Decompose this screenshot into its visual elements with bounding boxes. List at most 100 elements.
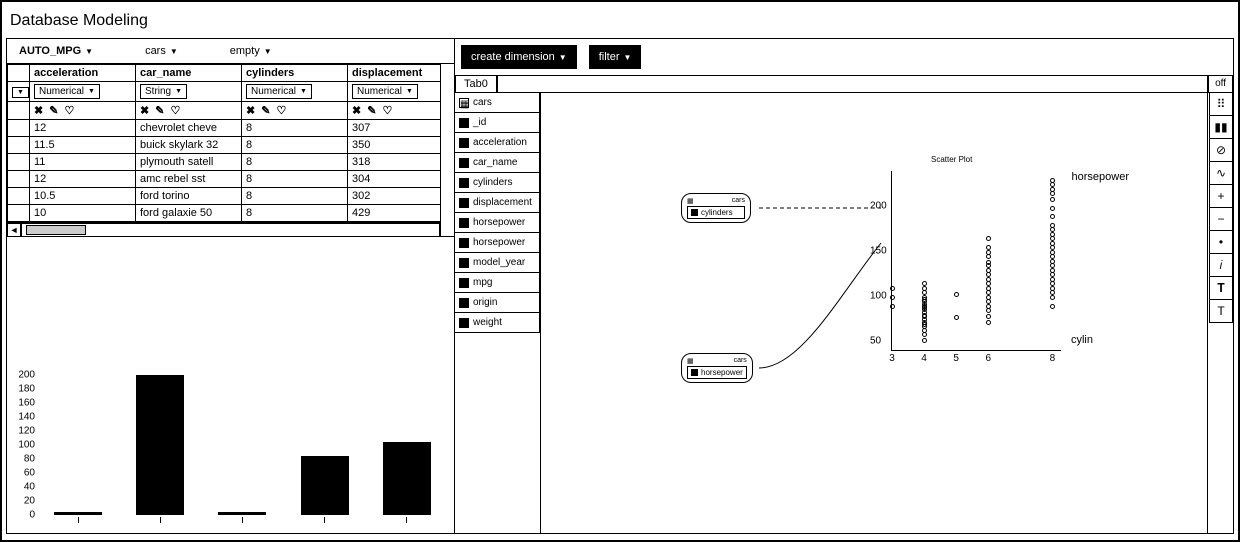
table-row[interactable]: 12amc rebel sst8304 <box>8 171 454 188</box>
field-item[interactable]: car_name <box>454 152 540 173</box>
table-dropdown[interactable]: cars ▼ <box>139 43 184 59</box>
tab-0[interactable]: Tab0 <box>455 75 497 92</box>
filter-button[interactable]: filter ▼ <box>589 45 642 69</box>
extra-dropdown-label: empty <box>230 45 260 57</box>
table-row[interactable]: 12chevrolet cheve8307 <box>8 120 454 137</box>
field-swatch-icon <box>459 138 469 148</box>
tool-minus[interactable]: − <box>1209 207 1233 231</box>
data-table-wrap: acceleration car_name cylinders displace… <box>7 64 454 237</box>
tool-bold-T[interactable]: 𝐓 <box>1209 276 1233 300</box>
scatter-point <box>986 290 991 295</box>
scatter-point <box>986 254 991 259</box>
col-displacement[interactable]: displacement <box>348 65 454 82</box>
bar-ytick: 80 <box>24 454 35 465</box>
table-vscroll[interactable] <box>440 64 454 236</box>
field-swatch-icon <box>459 298 469 308</box>
edit-icon[interactable]: ✎ <box>49 105 58 117</box>
tool-line[interactable]: ∿ <box>1209 161 1233 185</box>
table-row[interactable]: 11plymouth satell8318 <box>8 154 454 171</box>
edit-icon[interactable]: ✎ <box>261 105 270 117</box>
field-swatch-icon <box>459 238 469 248</box>
tool-plus[interactable]: + <box>1209 184 1233 208</box>
heart-icon[interactable]: ♡ <box>276 105 286 117</box>
bar-ytick: 60 <box>24 468 35 479</box>
cell-acceleration: 10 <box>30 205 136 222</box>
delete-icon[interactable]: ✖ <box>246 105 255 117</box>
bar <box>136 375 184 515</box>
tool-italic[interactable]: 𝑖 <box>1209 253 1233 277</box>
field-item[interactable]: horsepower <box>454 232 540 253</box>
field-item[interactable]: acceleration <box>454 132 540 153</box>
type-select-acceleration[interactable]: Numerical▼ <box>34 84 100 99</box>
field-item[interactable]: mpg <box>454 272 540 293</box>
delete-icon[interactable]: ✖ <box>34 105 43 117</box>
graph-canvas[interactable]: ▦cars cylinders ▦cars horsepower Scatt <box>541 93 1207 533</box>
field-item[interactable]: cylinders <box>454 172 540 193</box>
scatter-point <box>986 277 991 282</box>
edit-icon[interactable]: ✎ <box>155 105 164 117</box>
cell-cylinders: 8 <box>242 120 348 137</box>
scatter-xtick: 6 <box>985 353 991 364</box>
field-header[interactable]: ▦cars <box>454 92 540 113</box>
col-car-name[interactable]: car_name <box>136 65 242 82</box>
tool-bars[interactable]: ▮▮ <box>1209 115 1233 139</box>
chevron-down-icon: ▼ <box>170 47 178 56</box>
scroll-thumb[interactable] <box>26 225 86 235</box>
field-item[interactable]: model_year <box>454 252 540 273</box>
scatter-point <box>1050 232 1055 237</box>
cell-displacement: 350 <box>348 137 454 154</box>
off-toggle[interactable]: off <box>1208 75 1233 92</box>
scatter-point <box>1050 191 1055 196</box>
scroll-left-arrow-icon[interactable]: ◄ <box>7 223 21 237</box>
delete-icon[interactable]: ✖ <box>140 105 149 117</box>
heart-icon[interactable]: ♡ <box>382 105 392 117</box>
graph-node-horsepower[interactable]: ▦cars horsepower <box>681 353 753 383</box>
cell-acceleration: 12 <box>30 120 136 137</box>
create-dimension-button[interactable]: create dimension ▼ <box>461 45 577 69</box>
table-row[interactable]: 10.5ford torino8302 <box>8 188 454 205</box>
type-select-cylinders[interactable]: Numerical▼ <box>246 84 312 99</box>
scatter-point <box>922 332 927 337</box>
field-item[interactable]: horsepower <box>454 212 540 233</box>
field-item[interactable]: origin <box>454 292 540 313</box>
field-item[interactable]: weight <box>454 312 540 333</box>
cell-acceleration: 12 <box>30 171 136 188</box>
scatter-point <box>890 286 895 291</box>
table-hscroll[interactable]: ◄ ► <box>7 222 454 236</box>
row-select[interactable]: ▼ <box>12 87 29 98</box>
graph-node-cylinders[interactable]: ▦cars cylinders <box>681 193 751 223</box>
scatter-point <box>1050 268 1055 273</box>
delete-icon[interactable]: ✖ <box>352 105 361 117</box>
field-item[interactable]: displacement <box>454 192 540 213</box>
field-swatch-icon <box>459 118 469 128</box>
table-row[interactable]: 11.5buick skylark 328350 <box>8 137 454 154</box>
scatter-point <box>986 308 991 313</box>
heart-icon[interactable]: ♡ <box>170 105 180 117</box>
field-item[interactable]: _id <box>454 112 540 133</box>
type-select-displacement[interactable]: Numerical▼ <box>352 84 418 99</box>
field-swatch-icon <box>459 318 469 328</box>
table-icon: ▦ <box>459 98 469 108</box>
tool-T[interactable]: T <box>1209 299 1233 323</box>
node-field-label: horsepower <box>701 368 743 377</box>
cell-cylinders: 8 <box>242 154 348 171</box>
tool-nobin[interactable]: ⊘ <box>1209 138 1233 162</box>
field-swatch-icon <box>459 278 469 288</box>
dataset-dropdown[interactable]: AUTO_MPG ▼ <box>13 43 99 59</box>
tab-spacer <box>497 75 1208 92</box>
content: AUTO_MPG ▼ cars ▼ empty ▼ a <box>6 38 1234 534</box>
type-select-car-name[interactable]: String▼ <box>140 84 187 99</box>
field-list: ▦cars_idaccelerationcar_namecylindersdis… <box>455 93 541 533</box>
filter-label: filter <box>599 51 620 63</box>
heart-icon[interactable]: ♡ <box>64 105 74 117</box>
scroll-track[interactable] <box>21 223 440 237</box>
tool-dot[interactable]: • <box>1209 230 1233 254</box>
col-cylinders[interactable]: cylinders <box>242 65 348 82</box>
tool-scatter[interactable]: ⠿ <box>1209 92 1233 116</box>
table-row[interactable]: 10ford galaxie 508429 <box>8 205 454 222</box>
scatter-point <box>922 281 927 286</box>
edit-icon[interactable]: ✎ <box>367 105 376 117</box>
bar-xtick <box>406 517 407 523</box>
col-acceleration[interactable]: acceleration <box>30 65 136 82</box>
extra-dropdown[interactable]: empty ▼ <box>224 43 278 59</box>
